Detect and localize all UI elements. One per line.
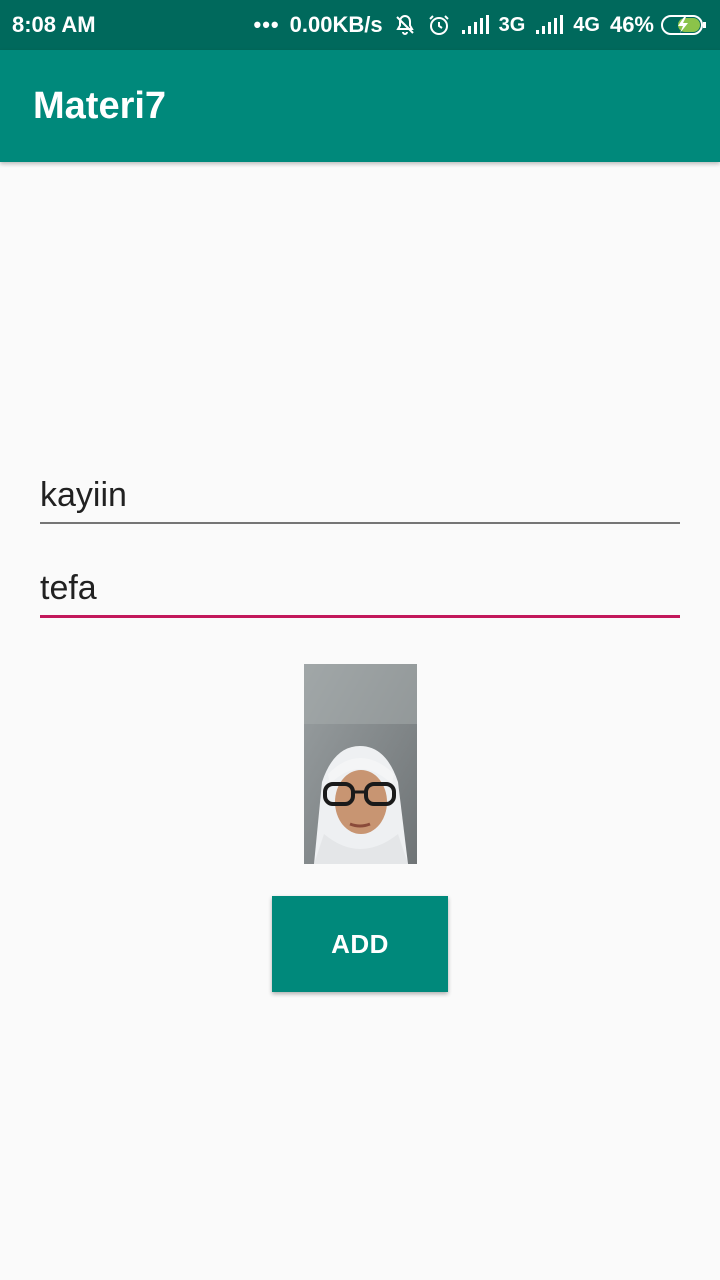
app-title: Materi7	[33, 84, 167, 127]
name-input[interactable]: kayiin	[40, 472, 680, 524]
network-speed: 0.00KB/s	[289, 12, 383, 37]
bell-off-icon	[393, 13, 417, 37]
battery-charging-icon	[660, 13, 708, 37]
name-input-value: kayiin	[40, 476, 127, 514]
signal-icon	[535, 15, 564, 35]
status-time: 8:08 AM	[12, 12, 96, 37]
alarm-icon	[427, 13, 451, 37]
more-notifications-icon: •••	[253, 12, 280, 37]
network-type-3g: 3G	[498, 13, 526, 36]
network-type-4g: 4G	[573, 13, 600, 36]
status-icons: ••• 0.00KB/s 3G 4G 46%	[254, 12, 708, 38]
add-button[interactable]: ADD	[272, 896, 448, 992]
signal-icon	[461, 15, 489, 35]
class-input-value: tefa	[40, 569, 97, 607]
status-bar: 8:08 AM ••• 0.00KB/s 3G 4G 46%	[0, 0, 720, 50]
app-bar: Materi7	[0, 50, 720, 162]
battery-percent: 46%	[609, 12, 654, 37]
class-input[interactable]: tefa	[40, 565, 680, 618]
battery: 46%	[610, 12, 708, 38]
profile-photo[interactable]	[304, 664, 417, 864]
